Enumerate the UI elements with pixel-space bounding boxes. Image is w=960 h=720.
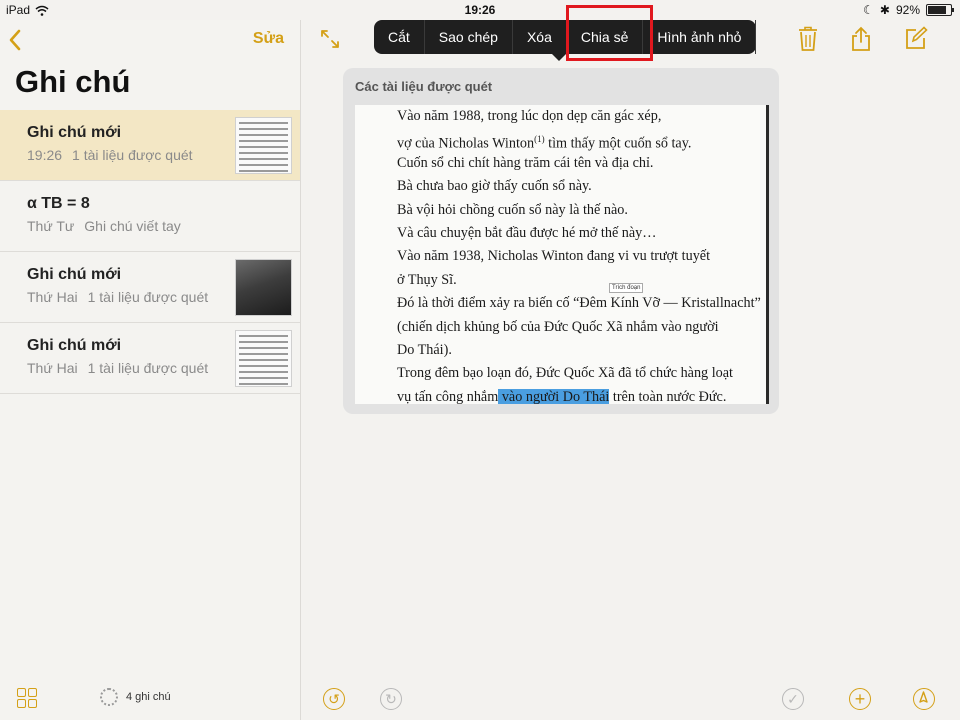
menu-item-cut[interactable]: Cắt: [374, 20, 425, 54]
text-line: Trong đêm bạo loạn đó, Đức Quốc Xã đã tổ…: [397, 365, 733, 382]
text-line: Vào năm 1988, trong lúc dọn dẹp căn gác …: [397, 108, 662, 124]
spinner-icon: [100, 688, 118, 706]
note-meta: Thứ Tư Ghi chú viết tay: [27, 218, 181, 234]
battery-percent: 92%: [895, 3, 920, 17]
markup-button[interactable]: [913, 688, 935, 710]
note-subtitle: Ghi chú viết tay: [84, 218, 181, 234]
text-line: Đó là thời điểm xảy ra biến cố “Đêm Kính…: [397, 295, 761, 312]
compose-icon[interactable]: [904, 26, 928, 50]
note-row[interactable]: α TB = 8 Thứ Tư Ghi chú viết tay: [0, 181, 300, 252]
page-title: Ghi chú: [15, 64, 131, 99]
text-line: Vào năm 1938, Nicholas Winton đang vi vu…: [397, 248, 711, 265]
note-thumbnail: [235, 117, 292, 174]
note-thumbnail: [235, 259, 292, 316]
footnote-mark: (1): [534, 134, 545, 145]
note-date: Thứ Hai: [27, 360, 78, 376]
undo-icon: ↺: [328, 691, 340, 707]
grid-icon[interactable]: [17, 688, 37, 708]
note-list: Ghi chú mới 19:26 1 tài liệu được quét α…: [0, 110, 300, 394]
note-subtitle: 1 tài liệu được quét: [72, 147, 193, 163]
note-date: Thứ Tư: [27, 218, 75, 234]
text-line: Và câu chuyện bắt đầu được hé mở thế này…: [397, 224, 657, 241]
chevron-left-icon: [9, 29, 21, 51]
add-button[interactable]: +: [849, 688, 871, 710]
note-row[interactable]: Ghi chú mới 19:26 1 tài liệu được quét: [0, 110, 300, 181]
edit-button[interactable]: Sửa: [253, 30, 284, 48]
back-button[interactable]: [8, 28, 22, 56]
note-title: Ghi chú mới: [27, 124, 122, 141]
note-thumbnail: [235, 330, 292, 387]
text-line: ở Thụy Sĩ.: [397, 271, 457, 288]
undo-button[interactable]: ↺: [323, 688, 345, 710]
note-row[interactable]: Ghi chú mới Thứ Hai 1 tài liệu được quét: [0, 252, 300, 323]
text-line: Cuốn sổ chi chít hàng trăm cái tên và đị…: [397, 154, 654, 171]
menu-item-copy[interactable]: Sao chép: [425, 20, 513, 54]
battery-icon: [926, 4, 954, 16]
trash-icon[interactable]: [798, 26, 818, 52]
text-line-part: vụ tấn công nhắm: [397, 388, 499, 404]
text-line: Bà vội hỏi chồng cuốn sổ này là thế nào.: [397, 201, 628, 218]
note-row[interactable]: Ghi chú mới Thứ Hai 1 tài liệu được quét: [0, 323, 300, 394]
status-time: 19:26: [464, 3, 496, 17]
note-count: 4 ghi chú: [100, 688, 171, 706]
highlight-annotation: [566, 5, 653, 61]
markup-pen-icon: [919, 691, 928, 703]
note-meta: Thứ Hai 1 tài liệu được quét: [27, 360, 208, 376]
moon-icon: ☾: [863, 3, 874, 17]
text-line: (chiến dịch khủng bố của Đức Quốc Xã nhắ…: [397, 318, 719, 335]
bluetooth-icon: ✱: [879, 3, 890, 17]
text-line: Do Thái).: [397, 341, 452, 358]
text-line: Bà chưa bao giờ thấy cuốn sổ này.: [397, 178, 592, 195]
scanned-page: Vào năm 1988, trong lúc dọn dẹp căn gác …: [355, 105, 769, 404]
note-subtitle: 1 tài liệu được quét: [87, 360, 209, 376]
text-line-part: tìm thấy một cuốn sổ tay.: [544, 136, 692, 153]
note-title: Ghi chú mới: [27, 337, 122, 354]
status-bar: iPad 19:26 ☾ ✱ 92%: [0, 0, 960, 20]
share-icon[interactable]: [850, 26, 872, 52]
page-edge: [766, 105, 769, 404]
add-icon: +: [854, 689, 866, 709]
text-line: vợ của Nicholas Winton(1) tìm thấy một c…: [397, 128, 761, 153]
note-title: α TB = 8: [27, 195, 90, 212]
note-meta: Thứ Hai 1 tài liệu được quét: [27, 289, 208, 305]
checklist-icon: ✓: [787, 691, 799, 707]
battery-fill: [928, 6, 946, 14]
redo-icon: ↻: [385, 691, 397, 707]
note-title: Ghi chú mới: [27, 266, 122, 283]
menu-arrow: [552, 54, 566, 61]
expand-icon[interactable]: [319, 28, 341, 50]
text-line-part: trên toàn nước Đức.: [609, 388, 727, 404]
note-date: 19:26: [27, 147, 63, 163]
menu-item-thumbnail[interactable]: Hình ảnh nhỏ: [643, 20, 757, 54]
text-line: vụ tấn công nhắm vào người Do Thái trên …: [397, 386, 761, 404]
text-selection[interactable]: vào người Do Thái: [498, 388, 610, 404]
note-count-label: 4 ghi chú: [126, 691, 171, 703]
note-meta: 19:26 1 tài liệu được quét: [27, 147, 193, 163]
note-subtitle: 1 tài liệu được quét: [87, 289, 209, 305]
status-right: ☾ ✱ 92%: [863, 3, 954, 17]
card-title: Các tài liệu được quét: [355, 79, 493, 94]
redo-button[interactable]: ↻: [380, 688, 402, 710]
text-line-part: vợ của Nicholas Winton: [397, 136, 535, 153]
scanned-text: Vào năm 1988, trong lúc dọn dẹp căn gác …: [397, 105, 761, 404]
tooltip-label: Trích đoạn: [609, 283, 644, 293]
sidebar-toolbar: 4 ghi chú: [0, 676, 300, 720]
scanned-document-card[interactable]: Các tài liệu được quét Vào năm 1988, tro…: [343, 68, 779, 414]
menu-item-delete[interactable]: Xóa: [513, 20, 567, 54]
checklist-button[interactable]: ✓: [782, 688, 804, 710]
notes-sidebar: Sửa Ghi chú Ghi chú mới 19:26 1 tài liệu…: [0, 20, 301, 720]
note-date: Thứ Hai: [27, 289, 78, 305]
